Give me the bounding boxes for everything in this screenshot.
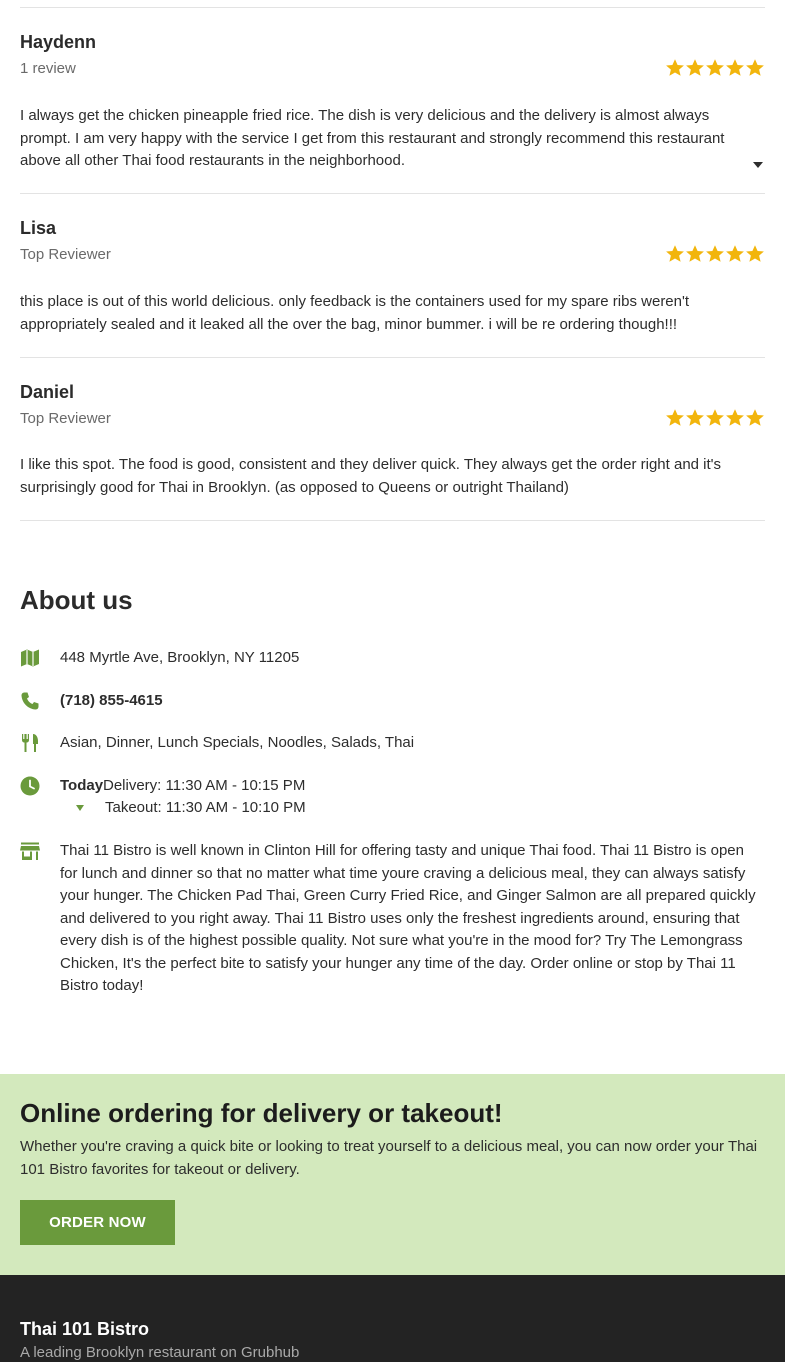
caret-down-icon[interactable] <box>753 162 763 168</box>
phone-number-link[interactable]: (718) 855-4615 <box>60 690 163 713</box>
review-text: this place is out of this world deliciou… <box>20 293 690 333</box>
reviewer-subtitle: Top Reviewer <box>20 246 111 263</box>
footer: Thai 101 Bistro A leading Brooklyn resta… <box>0 1275 785 1362</box>
star-icon <box>666 409 684 426</box>
review-text: I like this spot. The food is good, cons… <box>20 456 722 496</box>
reviewer-subtitle: 1 review <box>20 60 76 77</box>
star-icon <box>746 245 764 262</box>
utensils-icon <box>20 733 40 753</box>
star-icon <box>746 409 764 426</box>
hours-day-label: Today <box>60 777 104 794</box>
star-icon <box>666 59 684 76</box>
star-icon <box>706 409 724 426</box>
promo-text: Whether you're craving a quick bite or l… <box>20 1138 758 1178</box>
address: 448 Myrtle Ave, Brooklyn, NY 11205 <box>60 649 300 666</box>
clock-icon <box>20 776 40 796</box>
star-icon <box>706 245 724 262</box>
star-icon <box>686 409 704 426</box>
reviewer-subtitle: Top Reviewer <box>20 410 111 427</box>
cuisines: Asian, Dinner, Lunch Specials, Noodles, … <box>60 734 415 751</box>
star-icon <box>686 245 704 262</box>
star-icon <box>726 245 744 262</box>
footer-restaurant-name: Thai 101 Bistro <box>20 1319 150 1339</box>
about-title: About us <box>20 585 133 615</box>
star-icon <box>726 59 744 76</box>
star-rating <box>665 58 765 78</box>
restaurant-description: Thai 11 Bistro is well known in Clinton … <box>60 842 756 994</box>
hours-delivery: Delivery: 11:30 AM - 10:15 PM <box>103 777 306 794</box>
star-rating <box>665 408 765 428</box>
order-online-banner: Online ordering for delivery or takeout!… <box>0 1074 785 1275</box>
divider <box>20 193 765 194</box>
star-rating <box>665 244 765 264</box>
star-icon <box>666 245 684 262</box>
review-text: I always get the chicken pineapple fried… <box>20 107 725 169</box>
hours-takeout: Takeout: 11:30 AM - 10:10 PM <box>105 799 306 816</box>
divider <box>20 7 765 8</box>
reviewer-name: Haydenn <box>20 32 97 52</box>
star-icon <box>746 59 764 76</box>
star-icon <box>686 59 704 76</box>
phone-icon <box>20 691 40 711</box>
footer-tagline: A leading Brooklyn restaurant on Grubhub <box>20 1344 300 1361</box>
caret-down-icon[interactable] <box>76 805 84 811</box>
map-icon <box>20 648 40 668</box>
star-icon <box>706 59 724 76</box>
promo-title: Online ordering for delivery or takeout! <box>20 1098 503 1128</box>
star-icon <box>726 409 744 426</box>
divider <box>20 520 765 521</box>
store-icon <box>20 841 40 861</box>
reviewer-name: Lisa <box>20 218 57 238</box>
order-now-button[interactable]: ORDER NOW <box>20 1200 175 1245</box>
reviewer-name: Daniel <box>20 382 75 402</box>
divider <box>20 357 765 358</box>
